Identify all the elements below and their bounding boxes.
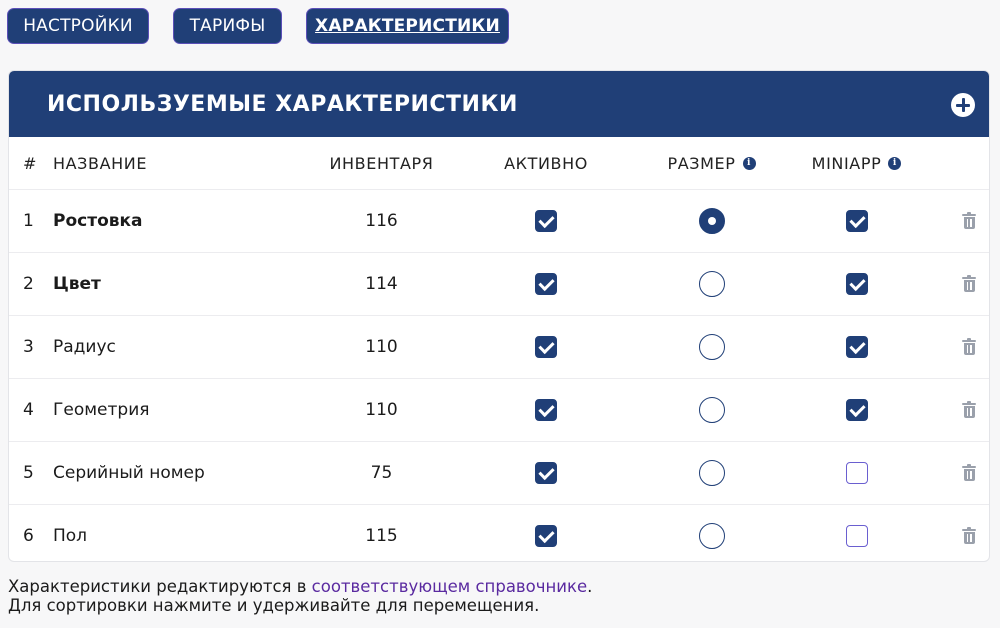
row-name: Радиус: [53, 337, 116, 357]
tab-settings[interactable]: НАСТРОЙКИ: [7, 8, 149, 44]
miniapp-checkbox[interactable]: [845, 336, 868, 358]
card-title: ИСПОЛЬЗУЕМЫЕ ХАРАКТЕРИСТИКИ: [47, 91, 518, 117]
size-radio[interactable]: [698, 460, 725, 486]
reference-link[interactable]: соответствующем справочнике: [312, 577, 587, 596]
characteristics-card: ИСПОЛЬЗУЕМЫЕ ХАРАКТЕРИСТИКИ # НАЗВАНИЕ И…: [8, 70, 990, 562]
row-number: 4: [23, 400, 34, 420]
miniapp-checkbox[interactable]: [845, 273, 868, 295]
active-cell: [472, 253, 620, 315]
row-name: Цвет: [53, 274, 101, 294]
size-cell: [639, 505, 784, 561]
active-checkbox[interactable]: [535, 210, 557, 232]
column-header-miniapp-label: MINIAPP: [811, 153, 882, 173]
miniapp-checkbox[interactable]: [845, 462, 868, 484]
column-header-size-label: РАЗМЕР: [667, 153, 736, 173]
column-header-name: НАЗВАНИЕ: [53, 153, 148, 173]
delete-cell: [954, 379, 984, 441]
row-name: Геометрия: [53, 400, 150, 420]
column-header-active: АКТИВНО: [504, 153, 588, 173]
row-number: 6: [23, 526, 34, 546]
delete-cell: [954, 505, 984, 561]
trash-icon[interactable]: [962, 464, 976, 482]
active-checkbox[interactable]: [535, 399, 557, 421]
miniapp-cell: [799, 505, 914, 561]
size-cell: [639, 316, 784, 378]
trash-icon[interactable]: [962, 212, 976, 230]
trash-icon[interactable]: [962, 527, 976, 545]
row-inventory: 75: [370, 463, 393, 483]
table-row[interactable]: 3 Радиус 110: [9, 316, 989, 379]
tab-tariffs[interactable]: ТАРИФЫ: [173, 8, 282, 44]
footer-line-1: Характеристики редактируются в соответст…: [8, 577, 592, 596]
plus-circle-icon[interactable]: [951, 93, 975, 117]
table-row[interactable]: 6 Пол 115: [9, 505, 989, 561]
delete-cell: [954, 253, 984, 315]
table-body: 1 Ростовка 116 2 Цвет 114 3 Радиус 110 4 Геометрия…: [9, 190, 989, 561]
footer-note: Характеристики редактируются в соответст…: [8, 577, 592, 615]
delete-cell: [954, 442, 984, 504]
row-number: 3: [23, 337, 34, 357]
row-inventory: 115: [365, 526, 398, 546]
delete-cell: [954, 190, 984, 252]
info-icon[interactable]: i: [888, 156, 902, 170]
footer-line-2: Для сортировки нажмите и удерживайте для…: [8, 596, 540, 615]
table-row[interactable]: 5 Серийный номер 75: [9, 442, 989, 505]
miniapp-cell: [799, 316, 914, 378]
row-name: Ростовка: [53, 211, 143, 231]
size-radio[interactable]: [698, 397, 725, 423]
row-name: Пол: [53, 526, 88, 546]
row-number: 5: [23, 463, 34, 483]
row-inventory: 110: [365, 337, 398, 357]
table-row[interactable]: 2 Цвет 114: [9, 253, 989, 316]
active-cell: [472, 316, 620, 378]
delete-cell: [954, 316, 984, 378]
miniapp-checkbox[interactable]: [845, 399, 868, 421]
row-number: 2: [23, 274, 34, 294]
active-cell: [472, 379, 620, 441]
row-inventory: 110: [365, 400, 398, 420]
active-checkbox[interactable]: [535, 273, 557, 295]
row-inventory: 114: [365, 274, 398, 294]
footer-text-suffix: .: [587, 577, 593, 596]
row-inventory: 116: [365, 211, 398, 231]
miniapp-checkbox[interactable]: [845, 525, 868, 547]
active-cell: [472, 190, 620, 252]
miniapp-cell: [799, 253, 914, 315]
size-radio[interactable]: [698, 523, 725, 549]
active-cell: [472, 505, 620, 561]
trash-icon[interactable]: [962, 401, 976, 419]
table-row[interactable]: 4 Геометрия 110: [9, 379, 989, 442]
column-header-size: РАЗМЕР i: [639, 137, 784, 189]
active-checkbox[interactable]: [535, 336, 557, 358]
trash-icon[interactable]: [962, 275, 976, 293]
card-header: ИСПОЛЬЗУЕМЫЕ ХАРАКТЕРИСТИКИ: [9, 71, 989, 137]
row-number: 1: [23, 211, 34, 231]
tab-bar: НАСТРОЙКИ ТАРИФЫ ХАРАКТЕРИСТИКИ: [7, 8, 509, 44]
size-radio[interactable]: [698, 271, 725, 297]
active-cell: [472, 442, 620, 504]
table-row[interactable]: 1 Ростовка 116: [9, 190, 989, 253]
size-cell: [639, 442, 784, 504]
active-checkbox[interactable]: [535, 525, 557, 547]
miniapp-cell: [799, 190, 914, 252]
column-header-inventory: ИНВЕНТАРЯ: [329, 153, 434, 173]
size-radio[interactable]: [698, 334, 725, 360]
miniapp-checkbox[interactable]: [845, 210, 868, 232]
size-cell: [639, 253, 784, 315]
miniapp-cell: [799, 379, 914, 441]
size-cell: [639, 379, 784, 441]
active-checkbox[interactable]: [535, 462, 557, 484]
tab-characteristics[interactable]: ХАРАКТЕРИСТИКИ: [306, 8, 509, 44]
trash-icon[interactable]: [962, 338, 976, 356]
miniapp-cell: [799, 442, 914, 504]
column-header-num: #: [23, 153, 38, 173]
size-radio[interactable]: [698, 208, 725, 234]
footer-text: Характеристики редактируются в: [8, 577, 312, 596]
row-name: Серийный номер: [53, 463, 205, 483]
info-icon[interactable]: i: [742, 156, 756, 170]
size-cell: [639, 190, 784, 252]
table-header: # НАЗВАНИЕ ИНВЕНТАРЯ АКТИВНО РАЗМЕР i MI…: [9, 137, 989, 190]
column-header-miniapp: MINIAPP i: [799, 137, 914, 189]
